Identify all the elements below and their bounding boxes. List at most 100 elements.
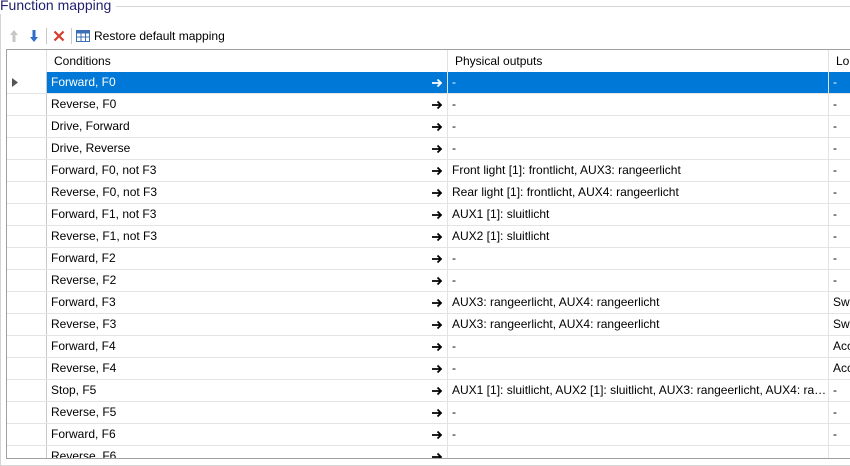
conditions-cell[interactable]: Drive, Reverse (47, 138, 448, 159)
physical-outputs-cell[interactable]: - (448, 270, 829, 291)
logic-cell[interactable]: - (829, 72, 850, 93)
physical-outputs-cell[interactable]: Rear light [1]: frontlicht, AUX4: rangee… (448, 182, 829, 203)
arrow-right-icon (427, 248, 447, 269)
physical-outputs-cell[interactable]: Front light [1]: frontlicht, AUX3: range… (448, 160, 829, 181)
physical-outputs-cell[interactable]: - (448, 138, 829, 159)
conditions-cell[interactable]: Reverse, F3 (47, 314, 448, 335)
row-header[interactable] (7, 160, 47, 181)
row-header[interactable] (7, 204, 47, 225)
row-header[interactable] (7, 424, 47, 445)
physical-outputs-cell[interactable]: AUX1 [1]: sluitlicht, AUX2 [1]: sluitlic… (448, 380, 829, 401)
conditions-cell[interactable]: Forward, F2 (47, 248, 448, 269)
logic-cell[interactable]: - (829, 204, 850, 225)
physical-outputs-cell[interactable]: AUX3: rangeerlicht, AUX4: rangeerlicht (448, 292, 829, 313)
row-header[interactable] (7, 314, 47, 335)
conditions-cell[interactable]: Drive, Forward (47, 116, 448, 137)
physical-outputs-cell[interactable]: - (448, 358, 829, 379)
logic-cell[interactable]: Swi (829, 314, 850, 335)
logic-cell[interactable]: - (829, 402, 850, 423)
column-header-logic[interactable]: Lo (829, 50, 850, 72)
arrow-right-icon (427, 160, 447, 181)
conditions-cell[interactable]: Forward, F0, not F3 (47, 160, 448, 181)
table-row[interactable]: Forward, F2- - (7, 248, 850, 270)
logic-cell[interactable]: - (829, 116, 850, 137)
physical-outputs-cell[interactable]: - (448, 248, 829, 269)
row-header[interactable] (7, 336, 47, 357)
logic-cell[interactable]: Swi (829, 292, 850, 313)
conditions-cell[interactable]: Reverse, F4 (47, 358, 448, 379)
physical-outputs-cell[interactable]: - (448, 94, 829, 115)
logic-cell[interactable]: - (829, 226, 850, 247)
table-row[interactable]: Reverse, F4-Acc (7, 358, 850, 380)
table-row[interactable]: Reverse, F5- - (7, 402, 850, 424)
conditions-cell[interactable]: Reverse, F5 (47, 402, 448, 423)
physical-outputs-cell[interactable]: AUX3: rangeerlicht, AUX4: rangeerlicht (448, 314, 829, 335)
row-header[interactable] (7, 402, 47, 423)
physical-outputs-cell[interactable]: AUX2 [1]: sluitlicht (448, 226, 829, 247)
arrow-right-icon (427, 182, 447, 203)
conditions-cell[interactable]: Forward, F1, not F3 (47, 204, 448, 225)
conditions-cell[interactable]: Reverse, F2 (47, 270, 448, 291)
conditions-cell[interactable]: Forward, F6 (47, 424, 448, 445)
table-row[interactable]: Drive, Forward - - (7, 116, 850, 138)
table-row[interactable]: Reverse, F1, not F3 AUX2 [1]: sluitlicht - (7, 226, 850, 248)
table-row[interactable]: Reverse, F2- - (7, 270, 850, 292)
logic-cell[interactable]: - (829, 160, 850, 181)
delete-button[interactable] (51, 26, 67, 46)
physical-outputs-cell[interactable]: - (448, 424, 829, 445)
table-row[interactable]: Stop, F5 AUX1 [1]: sluitlicht, AUX2 [1]: … (7, 380, 850, 402)
arrow-right-icon (427, 94, 447, 115)
row-header[interactable] (7, 358, 47, 379)
logic-cell[interactable]: - (829, 380, 850, 401)
move-up-button[interactable] (6, 26, 22, 46)
conditions-cell[interactable]: Forward, F4 (47, 336, 448, 357)
physical-outputs-cell[interactable]: - (448, 402, 829, 423)
arrow-right-icon (427, 138, 447, 159)
table-row[interactable]: Forward, F3 AUX3: rangeerlicht, AUX4: ran… (7, 292, 850, 314)
table-row[interactable]: Forward, F0- - (7, 72, 850, 94)
table-row[interactable]: Forward, F1, not F3 AUX1 [1]: sluitlicht - (7, 204, 850, 226)
row-header[interactable] (7, 182, 47, 203)
row-header[interactable] (7, 226, 47, 247)
logic-cell[interactable]: - (829, 270, 850, 291)
function-mapping-grid[interactable]: Conditions Physical outputs Lo Forward, … (6, 49, 850, 459)
table-row[interactable]: Drive, Reverse - - (7, 138, 850, 160)
logic-cell[interactable]: - (829, 138, 850, 159)
arrow-right-icon (427, 72, 447, 93)
row-header[interactable] (7, 248, 47, 269)
table-row[interactable]: Reverse, F0, not F3 Rear light [1]: front… (7, 182, 850, 204)
table-row[interactable]: Forward, F4-Acc (7, 336, 850, 358)
move-down-button[interactable] (26, 26, 42, 46)
row-header[interactable] (7, 138, 47, 159)
logic-cell[interactable]: - (829, 182, 850, 203)
column-header-conditions[interactable]: Conditions (47, 50, 448, 72)
physical-outputs-cell[interactable]: AUX1 [1]: sluitlicht (448, 204, 829, 225)
conditions-cell[interactable]: Forward, F3 (47, 292, 448, 313)
physical-outputs-cell[interactable]: - (448, 336, 829, 357)
conditions-cell[interactable]: Reverse, F0 (47, 94, 448, 115)
logic-cell[interactable]: Acc (829, 358, 850, 379)
restore-default-mapping-label: Restore default mapping (94, 29, 225, 43)
row-header[interactable] (7, 72, 47, 93)
logic-cell[interactable]: - (829, 424, 850, 445)
physical-outputs-cell[interactable]: - (448, 116, 829, 137)
table-row[interactable]: Forward, F0, not F3 Front light [1]: fron… (7, 160, 850, 182)
row-header[interactable] (7, 116, 47, 137)
column-header-physical-outputs[interactable]: Physical outputs (448, 50, 829, 72)
conditions-cell[interactable]: Reverse, F1, not F3 (47, 226, 448, 247)
row-header[interactable] (7, 292, 47, 313)
row-header[interactable] (7, 380, 47, 401)
row-header[interactable] (7, 270, 47, 291)
table-row[interactable]: Forward, F6- - (7, 424, 850, 446)
logic-cell[interactable]: - (829, 94, 850, 115)
conditions-cell[interactable]: Forward, F0 (47, 72, 448, 93)
row-header[interactable] (7, 94, 47, 115)
table-row[interactable]: Reverse, F0- - (7, 94, 850, 116)
logic-cell[interactable]: Acc (829, 336, 850, 357)
logic-cell[interactable]: - (829, 248, 850, 269)
physical-outputs-cell[interactable]: - (448, 72, 829, 93)
conditions-cell[interactable]: Reverse, F0, not F3 (47, 182, 448, 203)
conditions-cell[interactable]: Stop, F5 (47, 380, 448, 401)
table-row[interactable]: Reverse, F3 AUX3: rangeerlicht, AUX4: ran… (7, 314, 850, 336)
restore-default-mapping-button[interactable]: Restore default mapping (76, 26, 225, 46)
